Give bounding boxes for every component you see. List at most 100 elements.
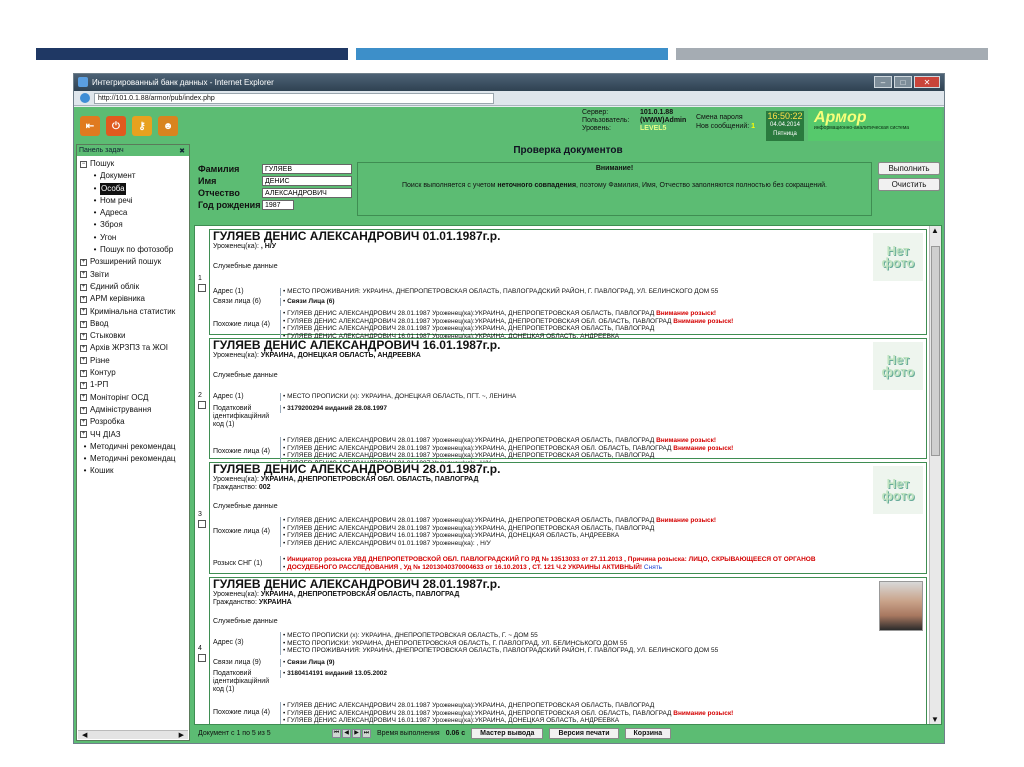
sidebar-item[interactable]: • Методичні рекомендац <box>80 453 189 465</box>
section-row[interactable]: • МЕСТО ПРОЖИВАНИЯ: УКРАИНА, ДНЕПРОПЕТРО… <box>281 288 718 296</box>
section-row[interactable]: • ГУЛЯЕВ ДЕНИС АЛЕКСАНДРОВИЧ 28.01.1987 … <box>281 318 733 326</box>
sidebar-item[interactable]: + Розробка <box>80 416 189 428</box>
next-page-icon[interactable]: ▶ <box>352 729 361 738</box>
clear-button[interactable]: Очистить <box>878 178 940 191</box>
sidebar-item[interactable]: + Контур <box>80 367 189 379</box>
expand-icon[interactable]: + <box>80 381 87 389</box>
sidebar-item[interactable]: • Адреса <box>80 207 189 219</box>
result-checkbox[interactable] <box>198 520 206 528</box>
new-messages-label[interactable]: Нов сообщений: <box>696 123 749 130</box>
power-icon[interactable]: ⏻ <box>106 116 126 136</box>
section-row[interactable]: • ГУЛЯЕВ ДЕНИС АЛЕКСАНДРОВИЧ 28.01.1987 … <box>281 310 733 318</box>
last-page-icon[interactable]: ⏭ <box>362 729 371 738</box>
sidebar-item[interactable]: • Зброя <box>80 219 189 231</box>
result-checkbox[interactable] <box>198 400 206 409</box>
expand-icon[interactable]: + <box>80 332 87 340</box>
sidebar-item[interactable]: +1-РП <box>80 379 189 391</box>
section-row[interactable]: • ГУЛЯЕВ ДЕНИС АЛЕКСАНДРОВИЧ 28.01.1987 … <box>281 710 733 718</box>
person-name[interactable]: ГУЛЯЕВ ДЕНИС АЛЕКСАНДРОВИЧ 28.01.1987г.р… <box>210 578 926 591</box>
section-row[interactable]: • 3180414191 виданий 13.05.2002 <box>281 670 387 678</box>
expand-icon[interactable]: + <box>80 283 87 291</box>
sidebar-item[interactable]: + Розширений пошук <box>80 256 189 268</box>
scroll-up-icon[interactable]: ▲ <box>931 226 939 235</box>
expand-icon[interactable]: + <box>80 345 87 353</box>
scroll-right-icon[interactable]: ▶ <box>179 731 184 739</box>
first-page-icon[interactable]: ⏮ <box>332 729 341 738</box>
section-row[interactable]: • Связи Лица (9) <box>281 659 335 667</box>
person-photo[interactable] <box>879 581 923 631</box>
section-row[interactable]: • ГУЛЯЕВ ДЕНИС АЛЕКСАНДРОВИЧ 16.01.1987 … <box>281 532 716 540</box>
sidebar-item[interactable]: + Звіти <box>80 269 189 281</box>
expand-icon[interactable]: + <box>80 308 87 316</box>
sidebar-item[interactable]: + Моніторінг ОСД <box>80 392 189 404</box>
result-checkbox[interactable] <box>198 654 206 662</box>
expand-icon[interactable]: + <box>80 369 87 377</box>
expand-icon[interactable]: + <box>80 259 87 267</box>
sidebar-item[interactable]: • Ном речі <box>80 195 189 207</box>
sidebar-item[interactable]: + Адміністрування <box>80 404 189 416</box>
section-row[interactable]: • МЕСТО ПРОПИСКИ (х): УКРАИНА, ДНЕПРОПЕТ… <box>281 632 718 640</box>
section-row[interactable]: • ГУЛЯЕВ ДЕНИС АЛЕКСАНДРОВИЧ 28.01.1987 … <box>281 325 733 333</box>
section-row[interactable]: • ГУЛЯЕВ ДЕНИС АЛЕКСАНДРОВИЧ 28.01.1987 … <box>281 525 716 533</box>
person-name[interactable]: ГУЛЯЕВ ДЕНИС АЛЕКСАНДРОВИЧ 28.01.1987г.р… <box>210 463 926 476</box>
sidebar-item[interactable]: + Кримінальна статистик <box>80 306 189 318</box>
section-row[interactable]: • ГУЛЯЕВ ДЕНИС АЛЕКСАНДРОВИЧ 28.01.1987 … <box>281 452 733 460</box>
expand-icon[interactable]: + <box>80 394 87 402</box>
section-row[interactable]: • ГУЛЯЕВ ДЕНИС АЛЕКСАНДРОВИЧ 28.01.1987 … <box>281 437 733 445</box>
section-row[interactable]: • Инициатор розыска УВД ДНЕПРОПЕТРОВСКОЙ… <box>281 556 816 564</box>
sidebar-item[interactable]: + Єдиний облік <box>80 281 189 293</box>
sidebar-item[interactable]: • Особа <box>80 182 189 195</box>
close-icon[interactable]: ✕ <box>914 76 940 88</box>
section-row[interactable]: • ДОСУДЕБНОГО РАССЛЕДОВАНИЯ , Уд № 12013… <box>281 564 816 572</box>
minimize-icon[interactable]: – <box>874 76 892 88</box>
sidebar-item[interactable]: • Документ <box>80 170 189 182</box>
birth-year-input[interactable] <box>262 200 294 210</box>
section-row[interactable]: • ГУЛЯЕВ ДЕНИС АЛЕКСАНДРОВИЧ 28.01.1987 … <box>281 517 716 525</box>
sidebar-item[interactable]: + Архів ЖРЗПЗ та ЖОІ <box>80 342 189 354</box>
print-version-button[interactable]: Версия печати <box>549 728 619 739</box>
key-icon[interactable]: ⚷ <box>132 116 152 136</box>
section-row[interactable]: • Связи Лица (6) <box>281 298 335 306</box>
sidebar-hscrollbar[interactable]: ◀ ▶ <box>78 730 188 739</box>
execute-button[interactable]: Выполнить <box>878 162 940 175</box>
scroll-thumb[interactable] <box>931 246 940 456</box>
person-name[interactable]: ГУЛЯЕВ ДЕНИС АЛЕКСАНДРОВИЧ 16.01.1987г.р… <box>210 339 926 352</box>
change-password-link[interactable]: Смена пароля <box>696 113 755 122</box>
section-row[interactable]: • ГУЛЯЕВ ДЕНИС АЛЕКСАНДРОВИЧ 01.01.1987 … <box>281 540 716 548</box>
expand-icon[interactable]: + <box>80 271 87 279</box>
section-row[interactable]: • ГУЛЯЕВ ДЕНИС АЛЕКСАНДРОВИЧ 16.01.1987 … <box>281 717 733 724</box>
expand-icon[interactable]: + <box>80 418 87 426</box>
collapse-icon[interactable]: − <box>80 160 87 168</box>
sidebar-item[interactable]: + Різне <box>80 355 189 367</box>
expand-icon[interactable]: + <box>80 295 87 303</box>
scroll-down-icon[interactable]: ▼ <box>931 715 939 724</box>
sidebar-item[interactable]: + АРМ керівника <box>80 293 189 305</box>
sidebar-item[interactable]: • Пошук по фотозобр <box>80 244 189 256</box>
sidebar-item[interactable]: • Кошик <box>80 465 189 477</box>
master-output-button[interactable]: Мастер вывода <box>471 728 544 739</box>
section-row[interactable]: • МЕСТО ПРОПИСКИ: УКРАИНА, ДНЕПРОПЕТРОВС… <box>281 640 718 648</box>
expand-icon[interactable]: + <box>80 431 87 439</box>
patronymic-input[interactable] <box>262 188 352 198</box>
section-row[interactable]: • 3179200294 виданий 28.08.1997 <box>281 405 387 413</box>
close-icon[interactable]: ✖ <box>179 147 185 155</box>
sidebar-item[interactable]: • Угон <box>80 232 189 244</box>
users-icon[interactable]: ☻ <box>158 116 178 136</box>
url-field[interactable]: http://101.0.1.88/armor/pub/index.php <box>94 92 494 104</box>
maximize-icon[interactable]: □ <box>894 76 912 88</box>
sidebar-item[interactable]: • Методичні рекомендац <box>80 441 189 453</box>
section-row[interactable]: • МЕСТО ПРОПИСКИ (х): УКРАИНА, ДОНЕЦКАЯ … <box>281 393 516 401</box>
cart-button[interactable]: Корзина <box>624 728 672 739</box>
sidebar-item[interactable]: − Пошук <box>80 158 189 170</box>
sidebar-item[interactable]: + Ввод <box>80 318 189 330</box>
prev-page-icon[interactable]: ◀ <box>342 729 351 738</box>
person-name[interactable]: ГУЛЯЕВ ДЕНИС АЛЕКСАНДРОВИЧ 01.01.1987г.р… <box>210 230 926 243</box>
section-row[interactable]: • ГУЛЯЕВ ДЕНИС АЛЕКСАНДРОВИЧ 28.01.1987 … <box>281 702 733 710</box>
expand-icon[interactable]: + <box>80 320 87 328</box>
result-checkbox[interactable] <box>198 284 206 292</box>
name-input[interactable] <box>262 176 352 186</box>
sidebar-item[interactable]: + Стыковки <box>80 330 189 342</box>
expand-icon[interactable]: + <box>80 357 87 365</box>
section-row[interactable]: • МЕСТО ПРОЖИВАНИЯ: УКРАИНА, ДНЕПРОПЕТРО… <box>281 647 718 655</box>
section-row[interactable]: • ГУЛЯЕВ ДЕНИС АЛЕКСАНДРОВИЧ 28.01.1987 … <box>281 445 733 453</box>
